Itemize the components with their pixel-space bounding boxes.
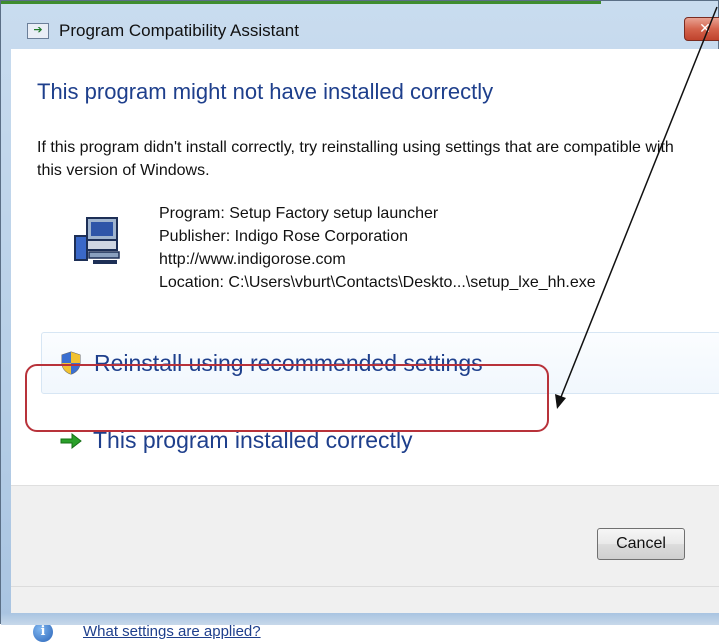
window-title: Program Compatibility Assistant	[59, 21, 299, 40]
reinstall-option[interactable]: Reinstall using recommended settings	[41, 332, 719, 394]
green-arrow-icon	[60, 432, 82, 450]
installer-computer-icon	[74, 217, 120, 264]
close-button[interactable]: ✕	[684, 17, 719, 41]
settings-help-link[interactable]: What settings are applied?	[83, 623, 261, 640]
window-bottom-edge	[1, 613, 719, 625]
main-heading: This program might not have installed co…	[37, 79, 494, 104]
publisher-url: http://www.indigorose.com	[159, 251, 346, 268]
title-bar[interactable]: ➔ Program Compatibility Assistant ✕	[1, 13, 719, 49]
description-text: If this program didn't install correctly…	[37, 139, 674, 179]
reinstall-option-label: Reinstall using recommended settings	[94, 350, 483, 376]
dialog-footer: Cancel i What settings are applied?	[11, 485, 719, 642]
installed-correctly-option[interactable]: This program installed correctly	[41, 410, 719, 472]
program-name: Program: Setup Factory setup launcher	[159, 205, 439, 222]
dialog-content: This program might not have installed co…	[11, 49, 719, 642]
background-strip	[1, 1, 601, 4]
program-info: Program: Setup Factory setup launcher Pu…	[159, 202, 596, 294]
uac-shield-icon	[61, 351, 81, 375]
compatibility-assistant-icon: ➔	[27, 23, 49, 39]
window-frame: ➔ Program Compatibility Assistant ✕ This…	[0, 0, 719, 642]
info-icon: i	[33, 622, 53, 642]
installed-correctly-option-label: This program installed correctly	[93, 427, 413, 453]
program-location: Location: C:\Users\vburt\Contacts\Deskto…	[159, 274, 596, 291]
footer-divider	[11, 586, 719, 587]
publisher-name: Publisher: Indigo Rose Corporation	[159, 228, 409, 245]
cancel-button[interactable]: Cancel	[597, 528, 685, 560]
